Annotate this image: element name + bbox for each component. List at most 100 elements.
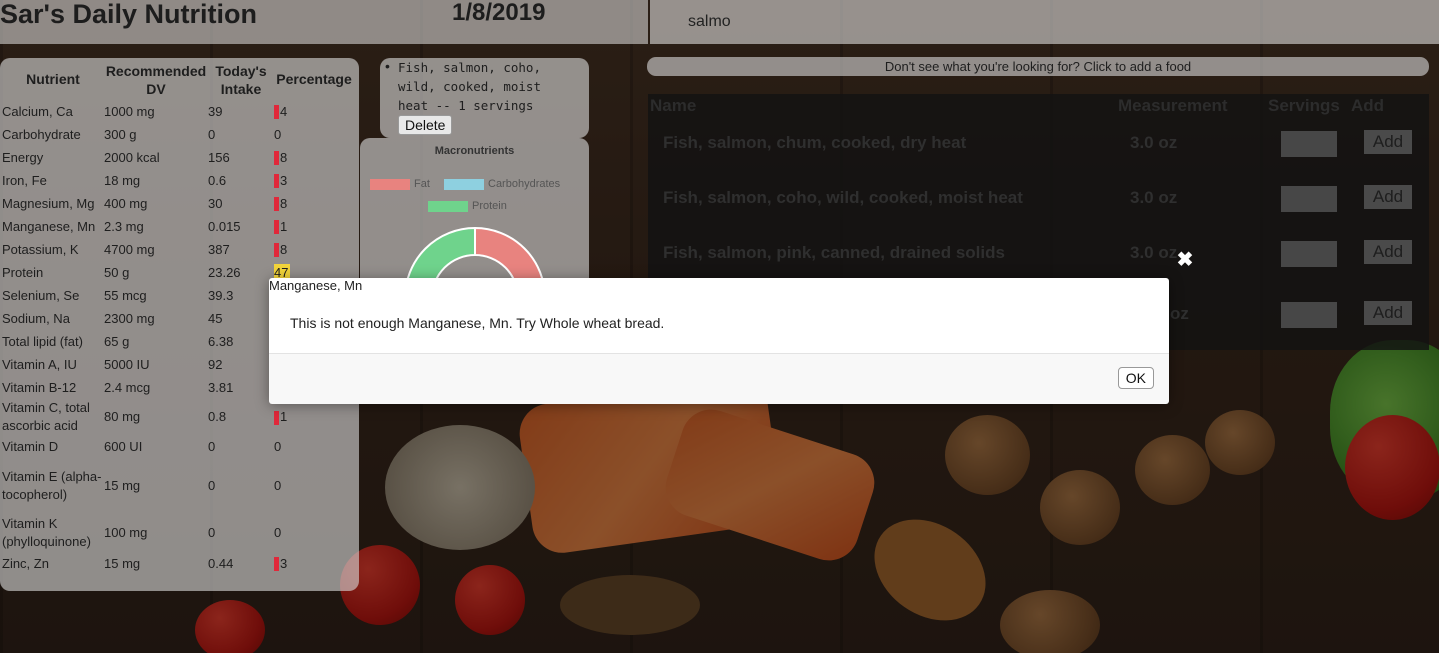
column-header-measurement: Measurement: [1118, 96, 1228, 115]
percentage-value: 0: [274, 525, 282, 540]
add-food-link[interactable]: Don't see what you're looking for? Click…: [647, 57, 1429, 76]
column-header-todays-intake: Today's Intake: [215, 63, 267, 97]
nutrient-alert-dialog: Manganese, Mn This is not enough Mangane…: [269, 278, 1169, 404]
percentage-value: 3: [280, 555, 288, 571]
nutrient-name: Vitamin C, total ascorbic acid: [2, 400, 90, 433]
nutrient-row[interactable]: Magnesium, Mg 400 mg 30 8: [2, 192, 354, 215]
servings-input[interactable]: [1281, 131, 1337, 157]
nutrient-intake: 0: [208, 126, 216, 142]
percentage-bar: [274, 410, 279, 425]
legend-item-fat[interactable]: Fat: [370, 178, 430, 190]
percentage-bar: [274, 105, 279, 120]
nutrient-intake: 0: [208, 525, 216, 540]
nutrient-name: Calcium, Ca: [2, 103, 73, 119]
percentage-value: 3: [280, 172, 288, 188]
nutrient-intake: 39: [208, 103, 223, 119]
nutrient-row[interactable]: Zinc, Zn 15 mg 0.44 3: [2, 552, 354, 575]
nutrient-row[interactable]: Vitamin K (phylloquinone) 100 mg 0 0: [2, 514, 354, 552]
legend-label-carbohydrates: Carbohydrates: [488, 178, 561, 190]
column-header-add: Add: [1351, 96, 1385, 115]
nutrient-name: Vitamin B-12: [2, 379, 77, 395]
column-header-servings: Servings: [1268, 96, 1340, 115]
nutrient-row[interactable]: Energy 2000 kcal 156 8: [2, 146, 354, 169]
nutrient-intake: 0.8: [208, 409, 227, 424]
nutrient-intake: 0: [208, 438, 216, 454]
nutrient-recommended-dv: 2.3 mg: [104, 218, 144, 234]
percentage-value: 1: [280, 218, 288, 234]
nutrient-intake: 0: [208, 478, 216, 493]
food-measurement: oz: [1170, 304, 1189, 323]
dialog-message: This is not enough Manganese, Mn. Try Wh…: [290, 315, 665, 331]
nutrient-recommended-dv: 600 UI: [104, 438, 143, 454]
nutrient-name: Magnesium, Mg: [2, 195, 95, 211]
nutrient-intake: 0.44: [208, 555, 234, 571]
nutrient-row[interactable]: Manganese, Mn 2.3 mg 0.015 1: [2, 215, 354, 238]
legend-item-carbohydrates[interactable]: Carbohydrates: [444, 178, 560, 190]
percentage-bar: [274, 174, 279, 189]
chart-title: Macronutrients: [434, 145, 515, 157]
nutrient-row[interactable]: Calcium, Ca 1000 mg 39 4: [2, 100, 354, 123]
app-header: Sar's Daily Nutrition 1/8/2019: [0, 0, 648, 44]
column-header-recommended-dv: Recommended DV: [105, 63, 207, 97]
food-name: Fish, salmon, chum, cooked, dry heat: [663, 133, 967, 152]
nutrient-percentage: 8: [274, 146, 354, 169]
column-header-name: Name: [650, 96, 697, 115]
ok-button[interactable]: OK: [1117, 367, 1154, 389]
food-search-bar: [650, 0, 1439, 44]
nutrient-intake: 30: [208, 195, 223, 211]
nutrient-intake: 39.3: [208, 287, 234, 303]
legend-swatch-fat: [370, 178, 410, 190]
percentage-bar: [274, 557, 279, 572]
nutrient-intake: 0.015: [208, 218, 241, 234]
nutrient-percentage: 0: [274, 458, 354, 514]
percentage-value: 1: [280, 409, 288, 424]
nutrient-row[interactable]: Vitamin D 600 UI 0 0: [2, 435, 354, 458]
close-icon[interactable]: ✖: [1175, 249, 1195, 271]
nutrient-row[interactable]: Potassium, K 4700 mg 387 8: [2, 238, 354, 261]
nutrient-recommended-dv: 100 mg: [104, 525, 148, 540]
page-title: Sar's Daily Nutrition: [0, 0, 257, 29]
nutrient-row[interactable]: Vitamin E (alpha-tocopherol) 15 mg 0 0: [2, 458, 354, 514]
nutrient-intake: 0.6: [208, 172, 227, 188]
column-header-percentage: Percentage: [276, 71, 352, 87]
nutrient-recommended-dv: 15 mg: [104, 478, 141, 493]
nutrient-row[interactable]: Iron, Fe 18 mg 0.6 3: [2, 169, 354, 192]
meal-list-panel: • Fish, salmon, coho, wild, cooked, mois…: [380, 58, 589, 138]
legend-label-fat: Fat: [414, 178, 430, 190]
servings-input[interactable]: [1281, 302, 1337, 328]
percentage-value: 8: [280, 241, 288, 257]
nutrient-name: Sodium, Na: [2, 310, 70, 326]
nutrient-intake: 3.81: [208, 379, 234, 395]
nutrient-row[interactable]: Vitamin C, total ascorbic acid 80 mg 0.8 1: [2, 399, 354, 435]
add-food-button[interactable]: Add: [1364, 240, 1412, 264]
food-search-input[interactable]: [686, 8, 1390, 36]
servings-input[interactable]: [1281, 186, 1337, 212]
nutrient-intake: 92: [208, 356, 223, 372]
servings-input[interactable]: [1281, 241, 1337, 267]
add-food-button[interactable]: Add: [1364, 185, 1412, 209]
add-food-button[interactable]: Add: [1364, 130, 1412, 154]
nutrient-recommended-dv: 2300 mg: [104, 310, 155, 326]
current-date[interactable]: 1/8/2019: [452, 0, 545, 27]
delete-meal-item-button[interactable]: Delete: [398, 115, 453, 135]
legend-label-protein: Protein: [472, 200, 507, 212]
legend-item-protein[interactable]: Protein: [428, 200, 507, 212]
percentage-value: 0: [274, 478, 282, 493]
food-result-row: Fish, salmon, coho, wild, cooked, moist …: [648, 177, 1429, 221]
nutrient-name: Manganese, Mn: [2, 218, 96, 234]
food-measurement: 3.0 oz: [1130, 133, 1178, 152]
percentage-bar: [274, 220, 279, 235]
nutrient-name: Vitamin A, IU: [2, 356, 77, 372]
nutrient-name: Protein: [2, 264, 44, 280]
nutrient-row[interactable]: Carbohydrate 300 g 0 0: [2, 123, 354, 146]
nutrient-name: Potassium, K: [2, 241, 79, 257]
nutrient-name: Vitamin D: [2, 438, 59, 454]
nutrient-intake: 156: [208, 149, 230, 165]
nutrient-recommended-dv: 1000 mg: [104, 103, 155, 119]
percentage-bar: [274, 197, 279, 212]
nutrient-recommended-dv: 2000 kcal: [104, 149, 160, 165]
add-food-button[interactable]: Add: [1364, 301, 1412, 325]
nutrient-recommended-dv: 65 g: [104, 333, 130, 349]
nutrient-percentage: 0: [274, 435, 354, 458]
food-result-row: Fish, salmon, chum, cooked, dry heat 3.0…: [648, 122, 1429, 166]
